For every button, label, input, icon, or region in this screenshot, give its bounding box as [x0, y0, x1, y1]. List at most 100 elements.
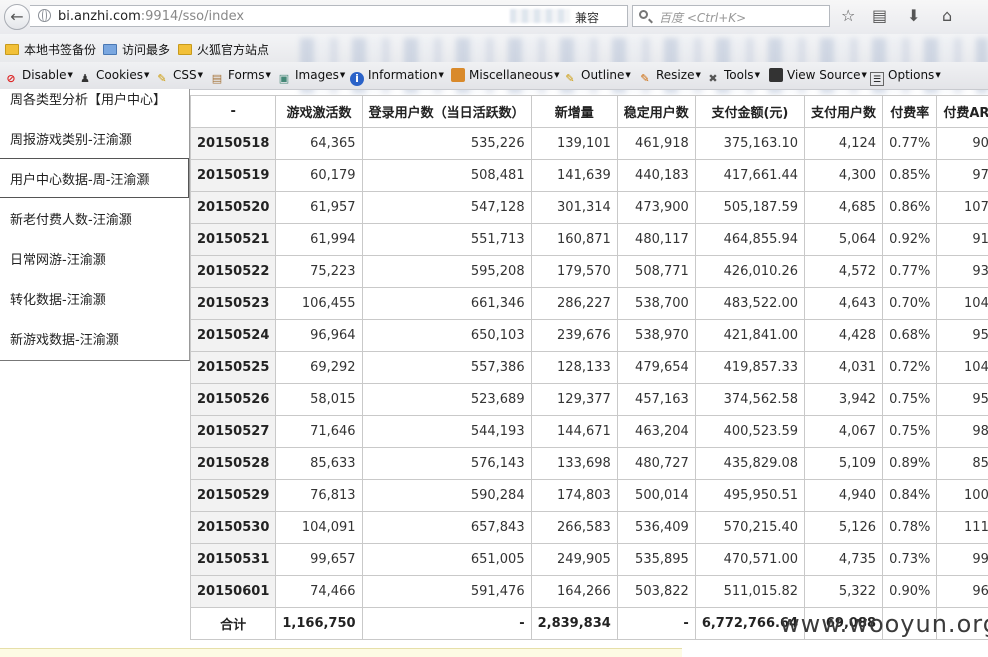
table-cell: 536,409 [617, 512, 695, 544]
reader-icon[interactable]: ▤ [872, 6, 887, 26]
sidebar-item-label: 日常网游-汪渝灏 [10, 249, 106, 268]
compat-mode-label[interactable]: 兼容 [575, 9, 599, 26]
table-row: 2015052885,633576,143133,698480,727435,8… [191, 448, 988, 480]
table-cell: 141,639 [531, 160, 617, 192]
table-cell: 129,377 [531, 384, 617, 416]
table-cell: 0.72% [883, 352, 937, 384]
search-page-icon [103, 44, 117, 55]
table-cell: 570,215.40 [695, 512, 804, 544]
date-cell: 20150601 [191, 576, 276, 608]
bookmark-most-visited[interactable]: 访问最多 [103, 41, 170, 58]
back-arrow-icon[interactable]: ← [4, 4, 30, 30]
table-cell: 4,643 [805, 288, 883, 320]
date-cell: 20150531 [191, 544, 276, 576]
table-cell: 508,771 [617, 256, 695, 288]
download-icon[interactable]: ⬇ [907, 6, 920, 26]
devbar-tools[interactable]: ✖Tools▼ [706, 68, 760, 86]
sidebar-item-new-old-payers[interactable]: 新老付费人数-汪渝灏 [0, 198, 189, 238]
table-cell: 0.73% [883, 544, 937, 576]
sidebar-item-daily-online-games[interactable]: 日常网游-汪渝灏 [0, 238, 189, 278]
table-cell: 99.38 [937, 544, 988, 576]
sidebar-item-new-game-data[interactable]: 新游戏数据-汪渝灏 [0, 318, 189, 358]
table-cell: 505,187.59 [695, 192, 804, 224]
table-cell: 85,633 [276, 448, 362, 480]
table-row: 20150523106,455661,346286,227538,700483,… [191, 288, 988, 320]
table-cell: 421,841.00 [695, 320, 804, 352]
date-cell: 20150529 [191, 480, 276, 512]
table-row: 2015060174,466591,476164,266503,822511,0… [191, 576, 988, 608]
table-cell: 179,570 [531, 256, 617, 288]
table-cell: 551,713 [362, 224, 531, 256]
devbar-outline[interactable]: ✎Outline▼ [563, 68, 631, 86]
table-cell: 61,994 [276, 224, 362, 256]
table-cell: 104.14 [937, 288, 988, 320]
devbar-resize[interactable]: ✎Resize▼ [638, 68, 701, 86]
table-cell: 0.84% [883, 480, 937, 512]
header-pay-rate: 付费率 [883, 96, 937, 128]
table-cell: 508,481 [362, 160, 531, 192]
devbar-images[interactable]: ▣Images▼ [277, 68, 345, 86]
header-game-activations: 游戏激活数 [276, 96, 362, 128]
devbar-information[interactable]: iInformation▼ [350, 68, 444, 86]
table-cell: 74,466 [276, 576, 362, 608]
table-cell: 0.75% [883, 416, 937, 448]
table-row: 20150530104,091657,843266,583536,409570,… [191, 512, 988, 544]
date-cell: 20150530 [191, 512, 276, 544]
sidebar-item-weekly-type-analysis[interactable]: 周各类型分析【用户中心】 [0, 78, 189, 118]
search-input[interactable]: 百度 <Ctrl+K> [632, 5, 830, 27]
home-icon[interactable]: ⌂ [942, 6, 952, 26]
table-cell: 95.27 [937, 320, 988, 352]
table-cell: 58,015 [276, 384, 362, 416]
table-cell: 544,193 [362, 416, 531, 448]
devbar-options[interactable]: ☰Options▼ [870, 68, 941, 86]
info-icon: i [350, 72, 364, 86]
bookmark-firefox-site[interactable]: 火狐官方站点 [178, 41, 269, 58]
table-cell: 4,031 [805, 352, 883, 384]
table-cell: 495,950.51 [695, 480, 804, 512]
url-bar[interactable]: bi.anzhi.com:9914/sso/index 兼容 ↻ [30, 5, 628, 27]
table-cell: 535,226 [362, 128, 531, 160]
sidebar-item-conversion-data[interactable]: 转化数据-汪渝灏 [0, 278, 189, 318]
bookmark-local-backup[interactable]: 本地书签备份 [5, 41, 96, 58]
header-date: - [191, 96, 276, 128]
table-cell: 523,689 [362, 384, 531, 416]
table-cell: 95.02 [937, 384, 988, 416]
table-cell: 511,015.82 [695, 576, 804, 608]
devbar-miscellaneous[interactable]: Miscellaneous▼ [451, 68, 560, 82]
table-cell: 71,646 [276, 416, 362, 448]
table-cell: 249,905 [531, 544, 617, 576]
table-cell: 419,857.33 [695, 352, 804, 384]
url-text[interactable]: bi.anzhi.com:9914/sso/index [58, 9, 244, 24]
sidebar-item-weekly-game-category[interactable]: 周报游戏类别-汪渝灏 [0, 118, 189, 158]
table-cell: 266,583 [531, 512, 617, 544]
sidebar-item-label: 周各类型分析【用户中心】 [10, 89, 166, 108]
star-icon[interactable]: ☆ [841, 6, 855, 26]
table-cell: 557,386 [362, 352, 531, 384]
table-cell: 4,300 [805, 160, 883, 192]
table-cell: 535,895 [617, 544, 695, 576]
table-cell: 164,266 [531, 576, 617, 608]
date-cell: 20150522 [191, 256, 276, 288]
table-cell: 5,322 [805, 576, 883, 608]
table-row: 2015052976,813590,284174,803500,014495,9… [191, 480, 988, 512]
table-cell: 480,727 [617, 448, 695, 480]
table-cell: 417,661.44 [695, 160, 804, 192]
table-cell: 98.48 [937, 416, 988, 448]
table-cell: 0.92% [883, 224, 937, 256]
table-cell: 5,126 [805, 512, 883, 544]
report-sidebar: 周各类型分析【用户中心】 周报游戏类别-汪渝灏 用户中心数据-周-汪渝灏 新老付… [0, 89, 190, 361]
date-cell: 20150521 [191, 224, 276, 256]
devbar-forms[interactable]: ▤Forms▼ [210, 68, 271, 86]
table-cell: 97.13 [937, 160, 988, 192]
terminal-icon [769, 68, 783, 82]
watermark-text: www.wooyun.org [780, 610, 988, 638]
date-cell: 20150527 [191, 416, 276, 448]
table-row: 2015052771,646544,193144,671463,204400,5… [191, 416, 988, 448]
sidebar-item-user-center-weekly[interactable]: 用户中心数据-周-汪渝灏 [0, 158, 189, 198]
table-cell: 104,091 [276, 512, 362, 544]
table-row: 2015053199,657651,005249,905535,895470,5… [191, 544, 988, 576]
devbar-view-source[interactable]: View Source▼ [769, 68, 867, 82]
header-login-users: 登录用户数（当日活跃数） [362, 96, 531, 128]
table-cell: 657,843 [362, 512, 531, 544]
table-cell: 538,970 [617, 320, 695, 352]
